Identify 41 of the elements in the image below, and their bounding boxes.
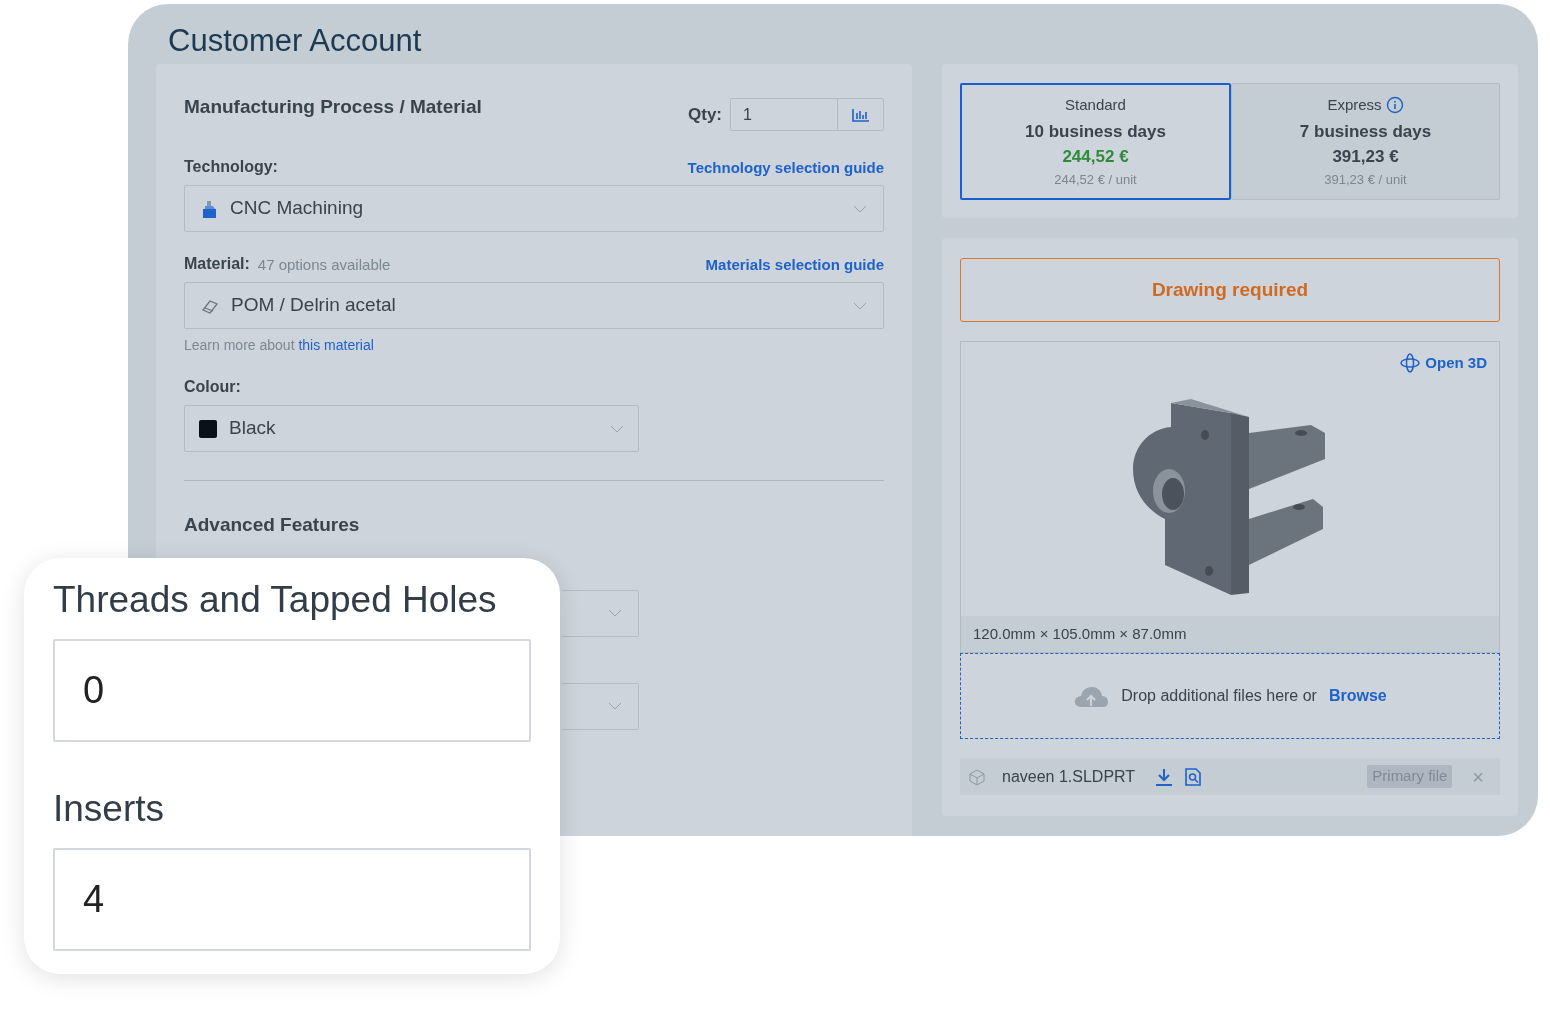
section-title: Manufacturing Process / Material: [184, 95, 482, 119]
qty-label: Qty:: [688, 103, 722, 126]
warning-banner: Drawing required: [960, 258, 1500, 322]
options-count: 47 options available: [257, 254, 391, 275]
qty-field[interactable]: 1: [730, 98, 884, 131]
open-3d-link[interactable]: Open 3D: [1399, 352, 1487, 375]
material-select[interactable]: POM / Delrin acetal: [184, 282, 884, 329]
chevron-icon: [608, 609, 622, 617]
field-label: Technology:: [184, 157, 278, 177]
field-label: Colour:: [184, 377, 242, 397]
drop-zone[interactable]: Drop additional files here or Browse: [960, 653, 1500, 739]
guide-link[interactable]: Materials selection guide: [705, 253, 884, 276]
download-icon[interactable]: [1155, 767, 1174, 786]
machine-icon: [201, 198, 218, 219]
learn-more-text: Learn more about this material: [184, 336, 375, 355]
material-link[interactable]: this material: [298, 337, 374, 353]
field-label: Threads and Tapped Holes: [53, 578, 497, 622]
page-title: Customer Account: [168, 22, 422, 60]
chevron-icon: [610, 424, 624, 433]
info-icon[interactable]: [1385, 96, 1404, 115]
guide-link[interactable]: Technology selection guide: [687, 156, 884, 179]
drop-text: Drop additional files here or: [1121, 686, 1317, 706]
number-field[interactable]: 0: [53, 639, 531, 742]
lead-time-option[interactable]: Express 7 business days 391,23 € 391,23 € / unit: [1231, 83, 1500, 200]
browse-link[interactable]: Browse: [1328, 684, 1387, 708]
dimensions-bar: 120.0mm × 105.0mm × 87.0mm: [961, 616, 1499, 652]
chevron-icon: [853, 301, 867, 310]
lead-time-option[interactable]: Standard 10 business days 244,52 € 244,52 € / unit: [960, 83, 1231, 200]
technology-select[interactable]: CNC Machining: [184, 185, 884, 232]
preview-icon[interactable]: [1185, 767, 1202, 786]
section-title: Advanced Features: [184, 513, 361, 537]
rotate-icon: [1399, 352, 1422, 375]
file-name: naveen 1.SLDPRT: [1002, 766, 1136, 787]
cube-icon: [968, 767, 986, 786]
field-label: Material:: [184, 254, 250, 274]
field-label: Inserts: [53, 787, 165, 831]
chevron-icon: [608, 702, 622, 710]
chevron-icon: [853, 204, 867, 213]
cloud-upload-icon: [1073, 685, 1110, 707]
number-field[interactable]: 4: [53, 848, 531, 951]
colour-select[interactable]: Black: [184, 405, 639, 452]
